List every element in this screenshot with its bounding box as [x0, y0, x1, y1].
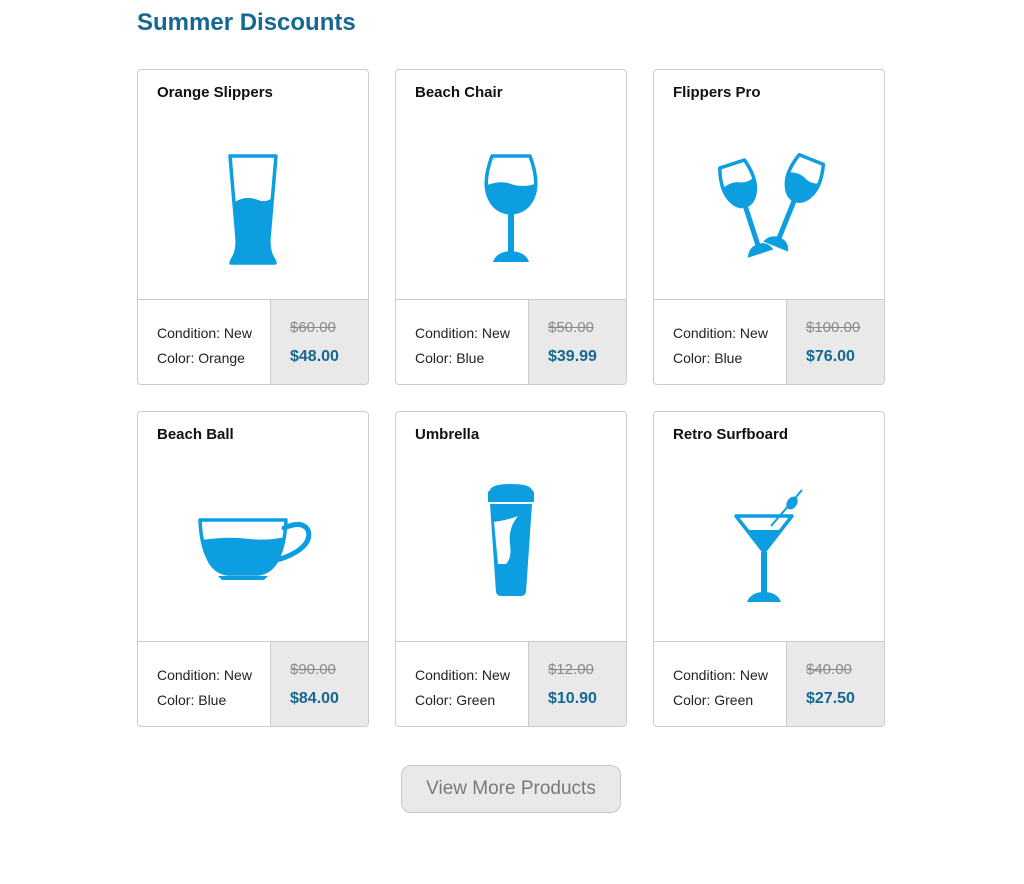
product-condition: Condition: New: [673, 325, 768, 341]
old-price: $100.00: [806, 319, 861, 336]
product-image[interactable]: [396, 452, 626, 642]
price-box: $50.00 $39.99: [529, 300, 626, 384]
product-card[interactable]: Orange Slippers Condition: New Color: Or…: [137, 69, 369, 385]
old-price: $40.00: [806, 661, 852, 678]
sale-price: $10.90: [548, 690, 597, 707]
product-image[interactable]: [654, 110, 884, 300]
product-card[interactable]: Beach Chair Condition: New Color: Blue $…: [395, 69, 627, 385]
sale-price: $39.99: [548, 348, 597, 365]
product-specs: Condition: New Color: Blue: [654, 300, 787, 384]
product-name: Flippers Pro: [673, 84, 761, 101]
product-footer: Condition: New Color: Green $12.00 $10.9…: [396, 641, 626, 726]
product-image[interactable]: [138, 452, 368, 642]
product-name: Orange Slippers: [157, 84, 273, 101]
product-image[interactable]: [396, 110, 626, 300]
product-footer: Condition: New Color: Blue $100.00 $76.0…: [654, 299, 884, 384]
product-image[interactable]: [654, 452, 884, 642]
product-name: Beach Chair: [415, 84, 503, 101]
sale-price: $27.50: [806, 690, 855, 707]
product-color: Color: Blue: [673, 350, 743, 366]
product-condition: Condition: New: [673, 667, 768, 683]
product-name: Retro Surfboard: [673, 426, 789, 443]
product-card[interactable]: Umbrella Condition: New Color: Green $12…: [395, 411, 627, 727]
product-condition: Condition: New: [415, 325, 510, 341]
old-price: $60.00: [290, 319, 336, 336]
product-specs: Condition: New Color: Blue: [138, 642, 271, 726]
sale-price: $48.00: [290, 348, 339, 365]
product-color: Color: Green: [673, 692, 754, 708]
sale-price: $84.00: [290, 690, 339, 707]
product-specs: Condition: New Color: Green: [654, 642, 787, 726]
product-color: Color: Green: [415, 692, 496, 708]
sale-price: $76.00: [806, 348, 855, 365]
product-name: Umbrella: [415, 426, 480, 443]
product-card[interactable]: Flippers Pro Condition: New Color: Blue …: [653, 69, 885, 385]
tall-glass-icon: [228, 154, 278, 265]
product-color: Color: Orange: [157, 350, 245, 366]
product-color: Color: Blue: [415, 350, 485, 366]
product-grid: Orange Slippers Condition: New Color: Or…: [137, 69, 885, 727]
view-more-products-button[interactable]: View More Products: [401, 765, 621, 813]
old-price: $90.00: [290, 661, 336, 678]
martini-glass-icon: [734, 489, 803, 602]
product-specs: Condition: New Color: Blue: [396, 300, 529, 384]
product-specs: Condition: New Color: Orange: [138, 300, 271, 384]
old-price: $50.00: [548, 319, 594, 336]
product-card[interactable]: Beach Ball Condition: New Color: Blue $9…: [137, 411, 369, 727]
coffee-cup-icon: [198, 518, 312, 580]
price-box: $40.00 $27.50: [787, 642, 884, 726]
product-footer: Condition: New Color: Blue $90.00 $84.00: [138, 641, 368, 726]
product-specs: Condition: New Color: Green: [396, 642, 529, 726]
product-condition: Condition: New: [157, 325, 252, 341]
price-box: $12.00 $10.90: [529, 642, 626, 726]
product-footer: Condition: New Color: Orange $60.00 $48.…: [138, 299, 368, 384]
product-footer: Condition: New Color: Blue $50.00 $39.99: [396, 299, 626, 384]
product-image[interactable]: [138, 110, 368, 300]
product-name: Beach Ball: [157, 426, 234, 443]
price-box: $60.00 $48.00: [271, 300, 368, 384]
cheers-glasses-icon: [718, 152, 826, 258]
product-color: Color: Blue: [157, 692, 227, 708]
product-card[interactable]: Retro Surfboard Condition: New Color: Gr…: [653, 411, 885, 727]
product-footer: Condition: New Color: Green $40.00 $27.5…: [654, 641, 884, 726]
old-price: $12.00: [548, 661, 594, 678]
page-title: Summer Discounts: [137, 9, 356, 36]
product-condition: Condition: New: [157, 667, 252, 683]
product-condition: Condition: New: [415, 667, 510, 683]
price-box: $90.00 $84.00: [271, 642, 368, 726]
wine-glass-icon: [484, 154, 538, 262]
price-box: $100.00 $76.00: [787, 300, 884, 384]
travel-mug-icon: [488, 484, 534, 596]
